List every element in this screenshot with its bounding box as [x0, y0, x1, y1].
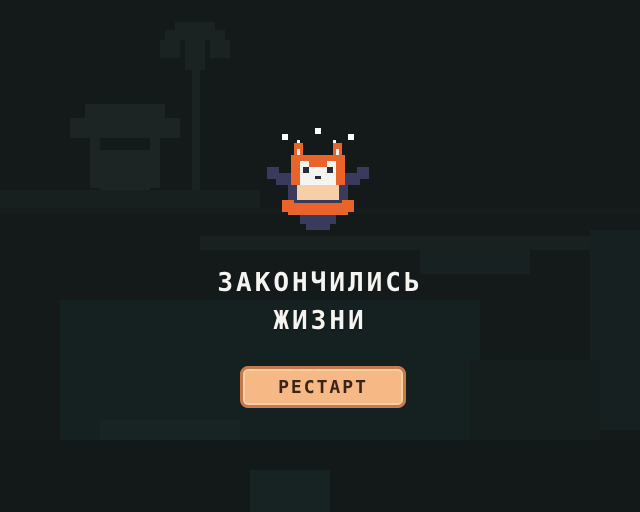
restart-button-label: РЕСТАРТ — [278, 376, 368, 398]
game-over-overlay: ЗАКОНЧИЛИСЬ ЖИЗНИ РЕСТАРТ — [0, 0, 640, 512]
dazed-fox-icon — [267, 128, 369, 230]
game-over-title-line2: ЖИЗНИ — [273, 306, 367, 336]
game-over-title-line1: ЗАКОНЧИЛИСЬ — [217, 268, 423, 298]
game-screen: ЗАКОНЧИЛИСЬ ЖИЗНИ РЕСТАРТ — [0, 0, 640, 512]
restart-button[interactable]: РЕСТАРТ — [240, 366, 406, 408]
